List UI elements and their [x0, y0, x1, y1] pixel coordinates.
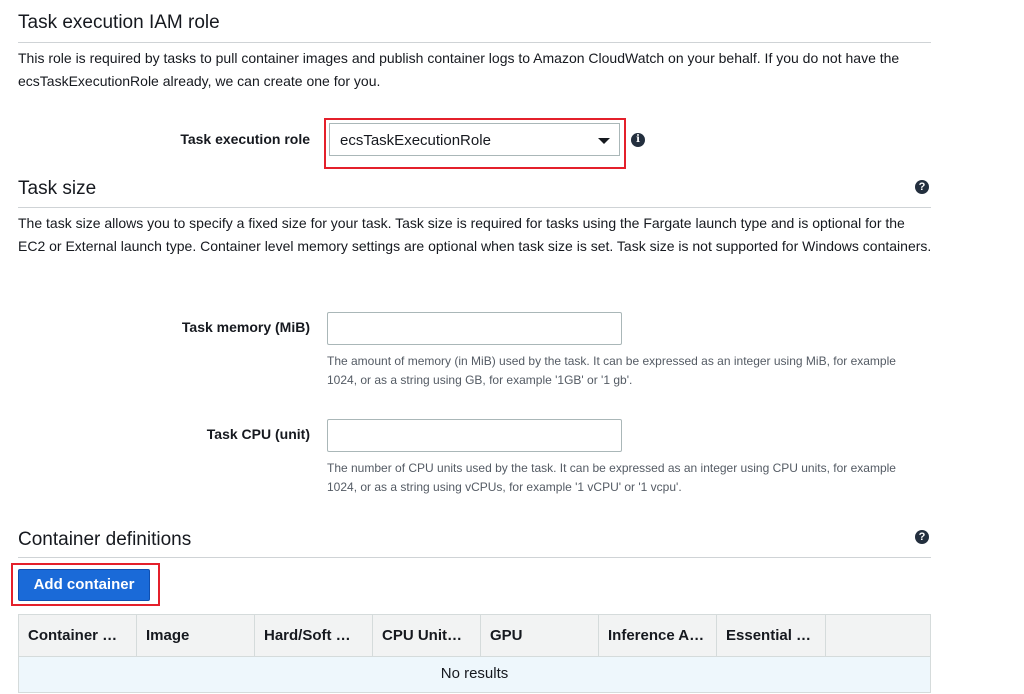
container-definitions-divider — [18, 557, 931, 558]
task-execution-role-value: ecsTaskExecutionRole — [340, 132, 491, 149]
column-header-gpu[interactable]: GPU — [481, 615, 599, 656]
column-header-cpu-units[interactable]: CPU Unit… — [373, 615, 481, 656]
iam-section-divider — [18, 42, 931, 43]
column-header-hard-soft-limits[interactable]: Hard/Soft … — [255, 615, 373, 656]
column-header-actions — [826, 615, 930, 656]
add-container-button[interactable]: Add container — [18, 569, 150, 601]
container-table-header: Container … Image Hard/Soft … CPU Unit… … — [18, 614, 931, 657]
column-header-container-name[interactable]: Container … — [19, 615, 137, 656]
task-execution-role-select[interactable]: ecsTaskExecutionRole — [329, 123, 620, 156]
task-cpu-hint: The number of CPU units used by the task… — [327, 461, 896, 494]
question-circle-icon[interactable]: ? — [915, 530, 929, 544]
task-cpu-input[interactable] — [327, 419, 622, 452]
info-circle-icon[interactable]: i — [631, 133, 645, 147]
column-header-image[interactable]: Image — [137, 615, 255, 656]
task-memory-input[interactable] — [327, 312, 622, 345]
task-size-section-title: Task size — [18, 178, 97, 199]
task-size-section-divider — [18, 207, 931, 208]
task-cpu-label: Task CPU (unit) — [206, 426, 310, 442]
caret-down-icon[interactable] — [598, 138, 610, 144]
task-execution-role-label: Task execution role — [180, 131, 310, 147]
task-memory-label: Task memory (MiB) — [181, 319, 310, 335]
iam-section-description: This role is required by tasks to pull c… — [18, 50, 900, 89]
column-header-inference-accelerator[interactable]: Inference A… — [599, 615, 717, 656]
task-size-description: The task size allows you to specify a fi… — [18, 215, 932, 254]
question-circle-icon[interactable]: ? — [915, 180, 929, 194]
container-definitions-title: Container definitions — [18, 529, 192, 550]
task-memory-hint: The amount of memory (in MiB) used by th… — [327, 354, 896, 387]
iam-section-title: Task execution IAM role — [18, 12, 220, 33]
column-header-essential[interactable]: Essential … — [717, 615, 826, 656]
container-table-empty-row: No results — [18, 657, 931, 693]
